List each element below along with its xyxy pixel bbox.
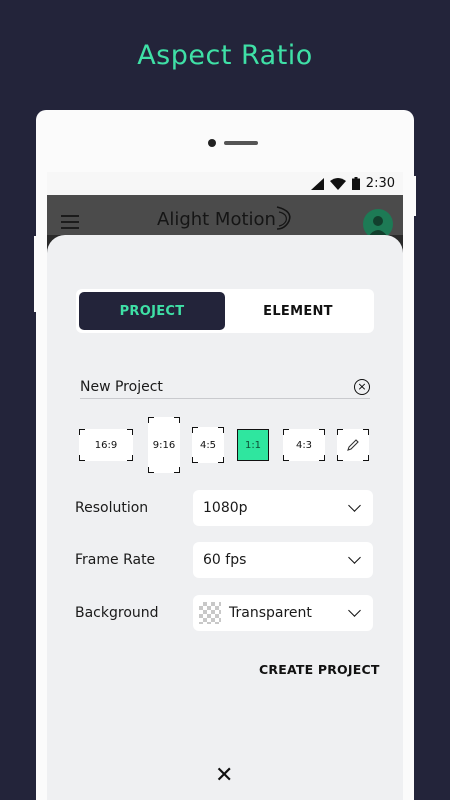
new-project-sheet: PROJECT ELEMENT New Project × 16:9 9:16 … [47, 235, 403, 800]
frame-rate-label: Frame Rate [75, 552, 156, 568]
signal-icon [310, 177, 324, 190]
tab-bar: PROJECT ELEMENT [76, 289, 374, 333]
app-bar: Alight Motion [47, 195, 403, 239]
wifi-icon [329, 177, 346, 190]
tab-element[interactable]: ELEMENT [225, 292, 371, 330]
ratio-option-9-16[interactable]: 9:16 [148, 417, 180, 473]
status-time: 2:30 [365, 176, 395, 191]
ratio-option-4-3[interactable]: 4:3 [283, 429, 325, 461]
resolution-label: Resolution [75, 500, 149, 516]
background-select[interactable]: Transparent [193, 595, 373, 631]
frame-rate-row: Frame Rate 60 fps [75, 542, 373, 578]
app-title: Alight Motion [157, 209, 276, 230]
background-row: Background Transparent [75, 595, 373, 631]
phone-camera [208, 139, 216, 147]
create-project-button[interactable]: CREATE PROJECT [259, 662, 380, 677]
tab-project[interactable]: PROJECT [79, 292, 225, 330]
pencil-icon [347, 439, 359, 451]
close-icon[interactable]: ✕ [215, 765, 233, 787]
phone-speaker [224, 141, 258, 145]
frame-rate-value: 60 fps [203, 552, 247, 568]
background-value: Transparent [229, 605, 312, 621]
ratio-option-16-9[interactable]: 16:9 [79, 429, 133, 461]
promo-title: Aspect Ratio [137, 40, 313, 71]
ratio-option-4-5[interactable]: 4:5 [192, 427, 224, 463]
frame-rate-select[interactable]: 60 fps [193, 542, 373, 578]
logo-swirl-icon [276, 206, 291, 230]
chevron-down-icon [348, 551, 361, 564]
battery-icon [351, 177, 360, 190]
ratio-option-custom[interactable] [337, 429, 369, 461]
chevron-down-icon [348, 604, 361, 617]
ratio-label: 1:1 [244, 439, 262, 451]
aspect-ratio-selector: 16:9 9:16 4:5 1:1 4:3 [79, 417, 371, 473]
resolution-select[interactable]: 1080p [193, 490, 373, 526]
clear-icon[interactable]: × [354, 378, 370, 395]
ratio-label: 16:9 [94, 439, 118, 451]
phone-screen: 2:30 Alight Motion PROJECT ELEMENT New P… [47, 172, 403, 800]
ratio-label: 4:3 [295, 439, 313, 451]
resolution-value: 1080p [203, 500, 248, 516]
project-name-value[interactable]: New Project [80, 379, 354, 395]
project-name-field[interactable]: New Project × [80, 375, 370, 399]
ratio-label: 4:5 [199, 439, 217, 451]
status-bar: 2:30 [47, 172, 403, 195]
background-label: Background [75, 605, 159, 621]
transparent-swatch-icon [199, 602, 221, 624]
ratio-label: 9:16 [152, 439, 176, 451]
menu-icon[interactable] [61, 215, 79, 233]
chevron-down-icon [348, 499, 361, 512]
resolution-row: Resolution 1080p [75, 490, 373, 526]
ratio-option-1-1[interactable]: 1:1 [237, 429, 269, 461]
